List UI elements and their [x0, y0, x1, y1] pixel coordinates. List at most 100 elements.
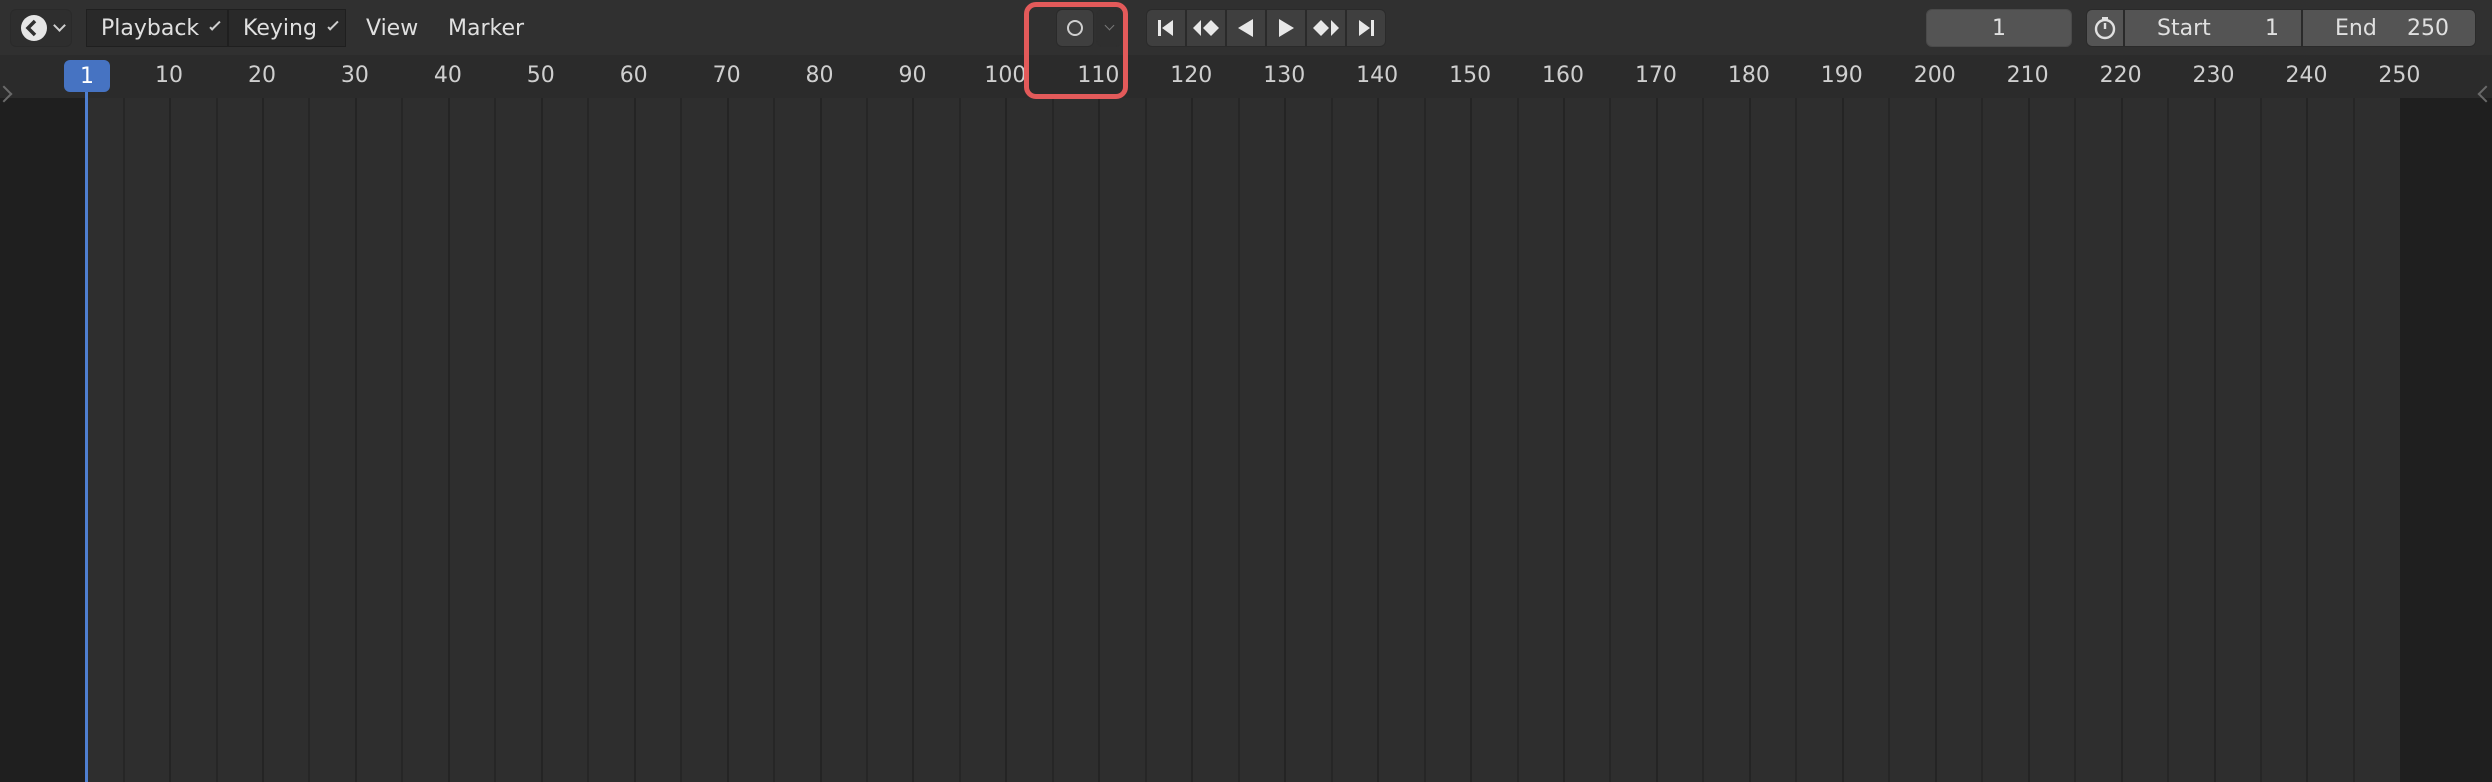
current-frame-field[interactable]: 1 — [1926, 9, 2072, 47]
end-frame-value: 250 — [2407, 15, 2449, 41]
grid-line — [1051, 98, 1054, 782]
ruler-tick-label: 90 — [898, 63, 927, 88]
grid-line — [2074, 98, 2077, 782]
play-button[interactable] — [1266, 9, 1306, 47]
grid-line — [122, 98, 125, 782]
grid-line — [1981, 98, 1984, 782]
grid-line — [354, 98, 357, 782]
view-menu[interactable]: View — [366, 9, 418, 47]
ruler-tick-label: 200 — [1913, 63, 1956, 88]
prev-keyframe-icon — [1193, 20, 1219, 36]
end-frame-field[interactable]: End 250 — [2302, 9, 2476, 47]
end-frame-label: End — [2335, 15, 2377, 41]
ruler-tick-label: 130 — [1263, 63, 1306, 88]
ruler-tick-label: 30 — [340, 63, 369, 88]
start-frame-field[interactable]: Start 1 — [2124, 9, 2302, 47]
grid-line — [1702, 98, 1705, 782]
jump-start-button[interactable] — [1146, 9, 1186, 47]
timeline-area[interactable] — [0, 98, 2492, 782]
ruler-tick-label: 160 — [1542, 63, 1584, 88]
grid-line — [2167, 98, 2170, 782]
keying-label: Keying — [243, 15, 317, 41]
chevron-down-icon — [209, 19, 221, 31]
ruler-tick-label: 80 — [805, 63, 834, 88]
ruler-tick-label: 100 — [984, 63, 1027, 88]
ruler-tick-label: 250 — [2378, 63, 2421, 88]
grid-line — [1655, 98, 1658, 782]
grid-line — [958, 98, 961, 782]
ruler-tick-label: 10 — [155, 63, 184, 88]
playback-menu[interactable]: Playback — [86, 9, 228, 47]
grid-line — [1934, 98, 1937, 782]
grid-line — [2120, 98, 2123, 782]
marker-label: Marker — [448, 15, 525, 41]
grid-line — [401, 98, 404, 782]
grid-line — [1191, 98, 1194, 782]
grid-line — [215, 98, 218, 782]
ruler-tick-label: 120 — [1170, 63, 1213, 88]
ruler-tick-label: 180 — [1727, 63, 1770, 88]
grid-line — [540, 98, 543, 782]
grid-line — [1423, 98, 1426, 782]
grid-line — [819, 98, 822, 782]
current-frame-value: 1 — [1992, 15, 2006, 41]
play-reverse-button[interactable] — [1226, 9, 1266, 47]
grid-line — [866, 98, 869, 782]
grid-line — [1516, 98, 1519, 782]
next-keyframe-icon — [1313, 20, 1339, 36]
playhead[interactable]: 1 — [64, 60, 110, 92]
grid-line — [680, 98, 683, 782]
highlight-box — [1024, 2, 1128, 99]
ruler-tick-label: 230 — [2192, 63, 2235, 88]
marker-menu[interactable]: Marker — [448, 9, 524, 47]
play-reverse-icon — [1238, 19, 1253, 37]
grid-line — [2352, 98, 2355, 782]
ruler-tick-label: 140 — [1356, 63, 1399, 88]
keying-menu[interactable]: Keying — [228, 9, 346, 47]
grid-line — [587, 98, 590, 782]
grid-line — [494, 98, 497, 782]
ruler-tick-label: 220 — [2099, 63, 2142, 88]
timeline-editor-icon — [20, 15, 47, 41]
grid-line — [308, 98, 311, 782]
preview-range-button[interactable] — [2086, 9, 2124, 47]
grid-line — [1144, 98, 1147, 782]
grid-line — [1330, 98, 1333, 782]
grid-line — [633, 98, 636, 782]
next-keyframe-button[interactable] — [1306, 9, 1346, 47]
grid-line — [1377, 98, 1380, 782]
ruler-tick-label: 190 — [1820, 63, 1863, 88]
grid-line — [1841, 98, 1844, 782]
grid-line — [726, 98, 729, 782]
grid-line — [1237, 98, 1240, 782]
grid-line — [169, 98, 172, 782]
ruler-tick-label: 150 — [1449, 63, 1492, 88]
editor-type-button[interactable] — [10, 9, 72, 47]
grid-line — [1470, 98, 1473, 782]
ruler-tick-label: 40 — [433, 63, 462, 88]
grid-line — [1609, 98, 1612, 782]
timeline-header: Playback Keying View Marker 1 Start 1 En… — [0, 0, 2492, 55]
grid-line — [447, 98, 450, 782]
stopwatch-icon — [2094, 17, 2116, 40]
frame-ruler[interactable]: 10 20 30 40 50 60 70 80 90 100 110 120 130 140 150 160 1… — [0, 55, 2492, 98]
prev-keyframe-button[interactable] — [1186, 9, 1226, 47]
grid-line — [2306, 98, 2309, 782]
grid-line — [1098, 98, 1101, 782]
playhead-line[interactable] — [85, 80, 88, 782]
grid-line — [2260, 98, 2262, 782]
ruler-tick-label: 20 — [247, 63, 276, 88]
grid-line — [2213, 98, 2216, 782]
grid-line — [1795, 98, 1798, 782]
start-frame-label: Start — [2157, 15, 2211, 41]
ruler-tick-label: 70 — [712, 63, 741, 88]
jump-end-button[interactable] — [1346, 9, 1386, 47]
grid-line — [261, 98, 264, 782]
view-label: View — [366, 15, 419, 41]
chevron-down-icon — [52, 18, 66, 32]
ruler-tick-label: 60 — [619, 63, 648, 88]
jump-start-icon — [1158, 20, 1173, 36]
ruler-tick-label: 50 — [526, 63, 555, 88]
ruler-tick-label: 210 — [2006, 63, 2049, 88]
chevron-down-icon — [327, 19, 339, 31]
